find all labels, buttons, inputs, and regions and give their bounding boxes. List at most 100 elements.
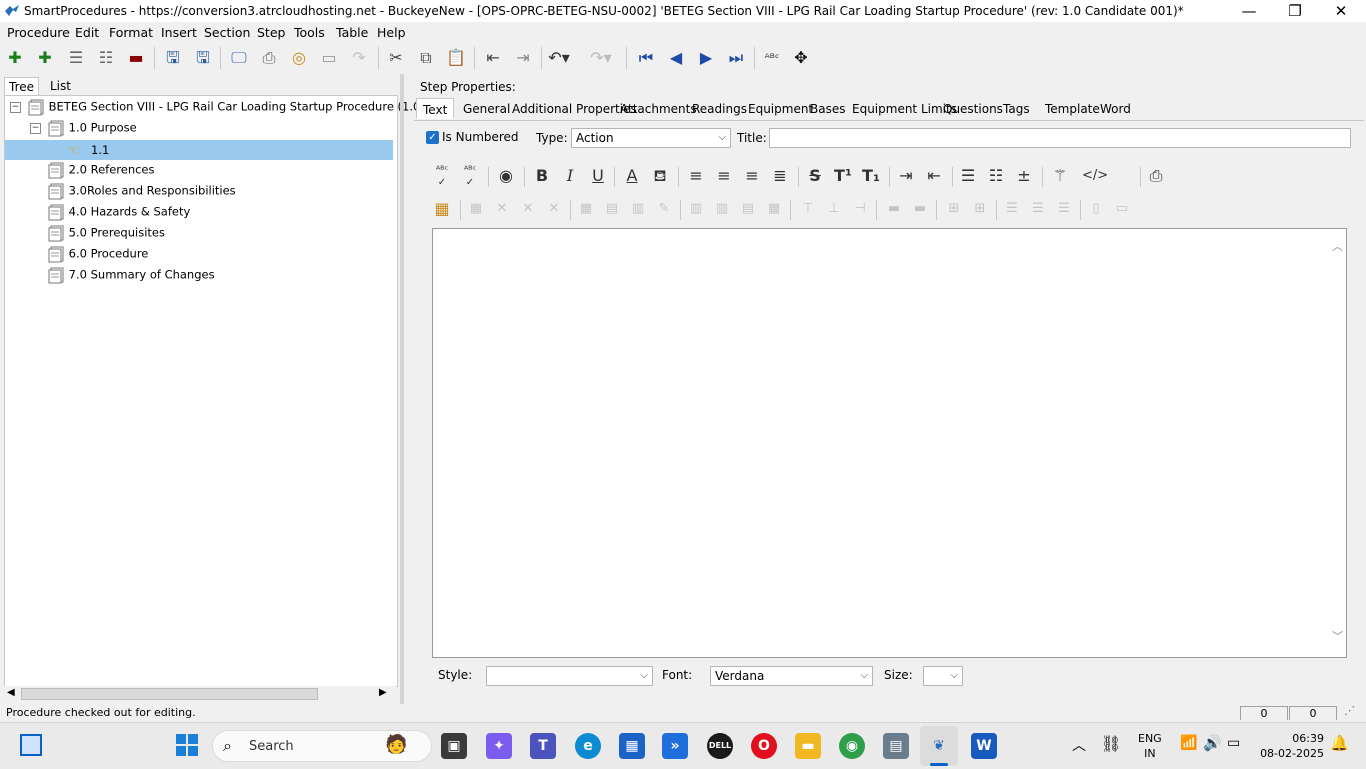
menu-help[interactable]: Help [377, 25, 406, 40]
tab-tags[interactable]: Tags [1003, 102, 1030, 116]
tree-node-roles[interactable]: 3.0Roles and Responsibilities [47, 182, 236, 200]
menu-table[interactable]: Table [336, 25, 368, 40]
subscript-icon[interactable]: T₁ [859, 163, 883, 189]
italic-icon[interactable]: I [558, 163, 582, 189]
tree-node-purpose[interactable]: 1.0 Purpose [47, 119, 137, 137]
tree-node-procedure[interactable]: 6.0 Procedure [47, 245, 148, 263]
copilot-icon[interactable]: ✦ [486, 733, 512, 759]
tree-node-prerequisites[interactable]: 5.0 Prerequisites [47, 224, 165, 242]
horizontal-rule-icon[interactable]: ± [1012, 163, 1036, 189]
strikethrough-icon[interactable]: S [803, 163, 827, 189]
tree-node-summary[interactable]: 7.0 Summary of Changes [47, 266, 215, 284]
opera-icon[interactable]: O [751, 733, 777, 759]
tree-node-selected[interactable]: ☜ 1.1 [5, 140, 393, 160]
scroll-up-icon[interactable]: ︿ [1332, 238, 1343, 254]
close-button[interactable]: ✕ [1318, 0, 1364, 22]
tab-readings[interactable]: Readings [692, 102, 747, 116]
tab-attachments[interactable]: Attachments [620, 102, 697, 116]
tab-bases[interactable]: Bases [810, 102, 845, 116]
minimize-button[interactable]: — [1226, 0, 1272, 22]
last-icon[interactable]: ⏭ [725, 47, 747, 69]
menu-step[interactable]: Step [257, 25, 285, 40]
teams-icon[interactable]: T [530, 733, 556, 759]
tree-root[interactable]: BETEG Section VIII - LPG Rail Car Loadin… [27, 98, 431, 116]
collapse-toggle[interactable]: − [10, 102, 21, 113]
previous-icon[interactable]: ◀ [665, 47, 687, 69]
tab-general[interactable]: General [463, 102, 510, 116]
remove-icon[interactable]: ▬ [125, 47, 147, 69]
type-select[interactable]: Action ⌵ [571, 128, 731, 148]
dialog-icon[interactable]: ▭ [318, 47, 340, 69]
spellcheck-icon[interactable]: ᴬᴮᶜ ✓ [430, 163, 454, 191]
procedure-tree[interactable]: − BETEG Section VIII - LPG Rail Car Load… [4, 95, 431, 687]
tab-text[interactable]: Text [416, 98, 455, 119]
is-numbered-checkbox[interactable]: ✓ [426, 131, 439, 144]
save-copy-icon[interactable]: 🖫 [162, 47, 184, 69]
bullet-list-icon[interactable]: ☰ [956, 163, 980, 189]
volume-icon[interactable]: 🔊 [1203, 734, 1222, 752]
outline-list-icon[interactable]: ☷ [95, 47, 117, 69]
underline-icon[interactable]: U [586, 163, 610, 189]
menu-tools[interactable]: Tools [294, 25, 325, 40]
show-hidden-icons[interactable]: ︿ [1072, 735, 1086, 755]
language-indicator[interactable]: ENG IN [1138, 731, 1162, 761]
menu-procedure[interactable]: Procedure [7, 25, 70, 40]
store-icon[interactable]: ▦ [619, 733, 645, 759]
style-select[interactable]: ⌵ [486, 666, 653, 686]
add-icon[interactable]: ✚ [4, 47, 26, 69]
print-icon[interactable]: ⎙ [1144, 163, 1168, 189]
notifications-icon[interactable]: 🔔 [1330, 734, 1349, 752]
copy-icon[interactable]: ⧉ [415, 47, 437, 69]
bold-icon[interactable]: B [530, 163, 554, 189]
widgets-icon[interactable] [20, 734, 42, 756]
editor-vertical-scrollbar[interactable]: ︿ ﹀ [1330, 230, 1346, 656]
magic-wand-icon[interactable]: ⚚ [1048, 163, 1072, 189]
fill-color-icon[interactable]: ⛾ [648, 163, 672, 189]
battery-icon[interactable]: ▭ [1227, 735, 1240, 751]
smartprocedures-taskbar-icon[interactable]: ❦ [926, 733, 952, 759]
file-explorer-icon[interactable]: ▬ [795, 733, 821, 759]
taskbar-search[interactable]: ⌕ Search 🧑 [212, 730, 432, 762]
tab-word[interactable]: Word [1100, 102, 1131, 116]
monitor-icon[interactable]: 🖵 [228, 47, 250, 69]
chrome-icon[interactable]: ◉ [839, 733, 865, 759]
globe-icon[interactable]: ◉ [494, 163, 518, 189]
refresh-icon[interactable]: ◎ [288, 47, 310, 69]
tab-equipment-limits[interactable]: Equipment Limits [852, 102, 957, 116]
network-status-icon[interactable]: ⛓ [1101, 734, 1121, 753]
align-left-icon[interactable]: ≡ [684, 163, 708, 189]
align-right-icon[interactable]: ≡ [740, 163, 764, 189]
tree-node-references[interactable]: 2.0 References [47, 161, 155, 179]
scroll-thumb[interactable] [21, 688, 318, 700]
edge-icon[interactable]: e [575, 733, 601, 759]
word-icon[interactable]: W [971, 733, 997, 759]
indent-icon[interactable]: ⇥ [894, 163, 918, 189]
font-select[interactable]: Verdana ⌵ [710, 666, 873, 686]
title-input[interactable] [769, 128, 1351, 148]
undo-icon[interactable]: ↶▾ [548, 47, 570, 69]
power-automate-icon[interactable]: » [662, 733, 688, 759]
menu-edit[interactable]: Edit [75, 25, 99, 40]
outdent-icon[interactable]: ⇤ [482, 47, 504, 69]
cut-icon[interactable]: ✂ [385, 47, 407, 69]
maximize-button[interactable]: ❐ [1272, 0, 1318, 22]
resize-grip-icon[interactable]: ⋰ [1344, 704, 1355, 717]
scroll-down-icon[interactable]: ﹀ [1332, 628, 1343, 644]
tab-additional-properties[interactable]: Additional Properties [512, 102, 637, 116]
menu-section[interactable]: Section [204, 25, 250, 40]
print-icon[interactable]: ⎙ [258, 47, 280, 69]
font-color-icon[interactable]: A [620, 163, 644, 189]
size-select[interactable]: ⌵ [923, 666, 963, 686]
outdent-icon[interactable]: ⇤ [922, 163, 946, 189]
numbered-list-icon[interactable]: ☷ [984, 163, 1008, 189]
tab-template[interactable]: Template [1045, 102, 1100, 116]
scroll-right-icon[interactable]: ▶ [379, 687, 387, 698]
tab-equipment[interactable]: Equipment [748, 102, 813, 116]
pane-splitter[interactable] [400, 74, 404, 704]
tree-horizontal-scrollbar[interactable]: ◀ ▶ [4, 686, 396, 702]
task-view-icon[interactable]: ▣ [441, 733, 467, 759]
outline-icon[interactable]: ☰ [65, 47, 87, 69]
add-child-icon[interactable]: ✚ [34, 47, 56, 69]
scroll-left-icon[interactable]: ◀ [7, 687, 15, 698]
first-icon[interactable]: ⏮ [635, 47, 657, 69]
